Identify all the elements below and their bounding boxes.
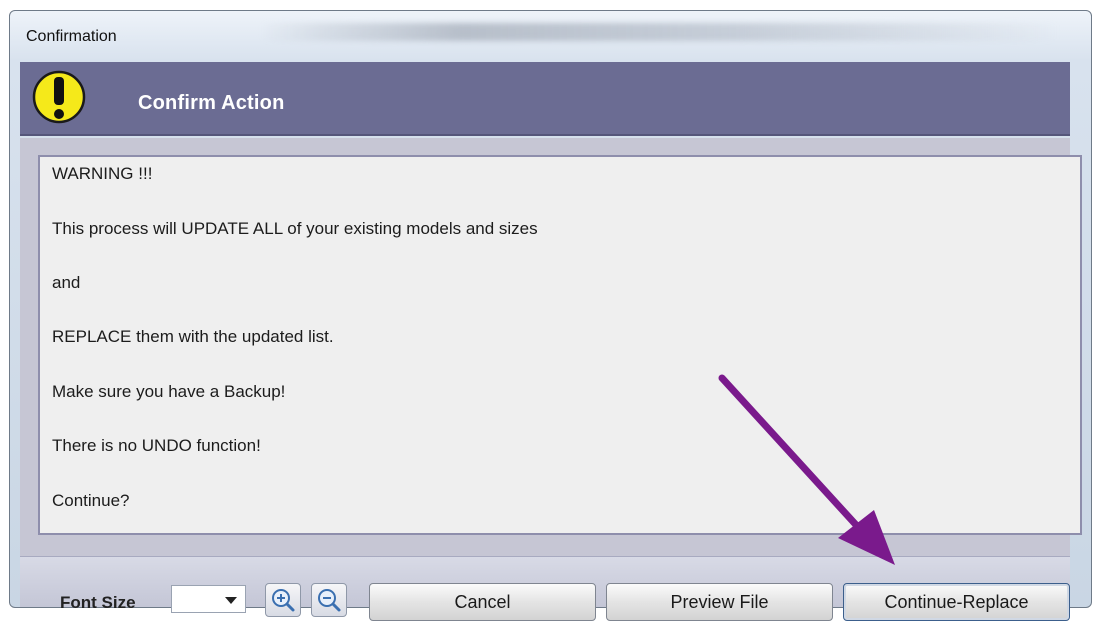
preview-file-button[interactable]: Preview File [606,583,833,621]
zoom-in-button[interactable] [265,583,301,617]
chevron-down-icon[interactable] [225,597,237,604]
message-line: REPLACE them with the updated list. [52,327,334,346]
header-title: Confirm Action [138,92,285,114]
message-panel: WARNING !!! This process will UPDATE ALL… [38,155,1082,535]
title-bar[interactable]: Confirmation [10,11,1091,63]
warning-icon [32,70,86,124]
blurred-background-title [260,23,1060,41]
font-size-select[interactable] [171,585,246,613]
font-size-label: Font Size [60,593,136,612]
message-line: There is no UNDO function! [52,436,261,455]
message-line: Make sure you have a Backup! [52,382,286,401]
message-line: WARNING !!! [52,164,153,183]
window-title: Confirmation [26,28,117,45]
zoom-out-icon [318,589,341,612]
zoom-in-icon [272,589,295,612]
message-line: Continue? [52,491,130,510]
zoom-out-button[interactable] [311,583,347,617]
continue-replace-button[interactable]: Continue-Replace [843,583,1070,621]
message-line: and [52,273,81,292]
cancel-button[interactable]: Cancel [369,583,596,621]
message-line: This process will UPDATE ALL of your exi… [52,219,538,238]
